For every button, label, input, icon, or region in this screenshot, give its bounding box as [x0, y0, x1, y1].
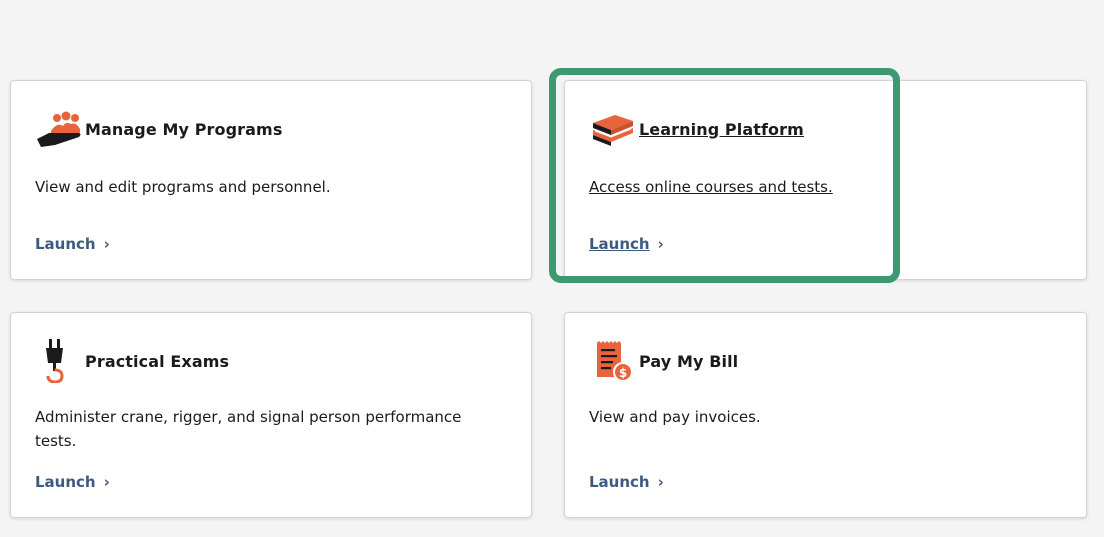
card-header: Manage My Programs	[35, 109, 282, 149]
invoice-dollar-icon: $	[589, 341, 637, 382]
card-title: Manage My Programs	[85, 119, 283, 139]
card-title: Pay My Bill	[639, 351, 739, 371]
svg-text:$: $	[619, 366, 627, 380]
card-header: Practical Exams	[35, 339, 230, 383]
chevron-right-icon: ›	[103, 473, 110, 491]
card-title: Practical Exams	[85, 351, 230, 371]
card-learning-platform[interactable]: Learning Platform Access online courses …	[564, 80, 1087, 280]
books-icon	[589, 109, 637, 149]
launch-label: Launch	[589, 235, 650, 253]
chevron-right-icon: ›	[657, 473, 664, 491]
launch-link[interactable]: Launch ›	[35, 235, 110, 253]
crane-hook-icon	[35, 339, 83, 383]
card-pay-my-bill: $ Pay My Bill View and pay invoices. Lau…	[564, 312, 1087, 518]
card-description[interactable]: Access online courses and tests.	[589, 175, 1026, 199]
card-manage-my-programs: Manage My Programs View and edit program…	[10, 80, 532, 280]
card-description: Administer crane, rigger, and signal per…	[35, 408, 462, 450]
launch-link[interactable]: Launch ›	[589, 473, 664, 491]
launch-label: Launch	[35, 235, 96, 253]
card-header: Learning Platform	[589, 109, 804, 149]
hand-people-icon	[35, 109, 83, 149]
chevron-right-icon: ›	[657, 235, 664, 253]
launch-link[interactable]: Launch ›	[589, 235, 664, 253]
card-practical-exams: Practical Exams Administer crane, rigger…	[10, 312, 532, 518]
card-header: $ Pay My Bill	[589, 341, 739, 382]
launch-label: Launch	[35, 473, 96, 491]
card-description: View and pay invoices.	[589, 408, 761, 426]
card-title[interactable]: Learning Platform	[639, 120, 804, 139]
launch-label: Launch	[589, 473, 650, 491]
card-description: View and edit programs and personnel.	[35, 178, 331, 196]
launch-link[interactable]: Launch ›	[35, 473, 110, 491]
chevron-right-icon: ›	[103, 235, 110, 253]
